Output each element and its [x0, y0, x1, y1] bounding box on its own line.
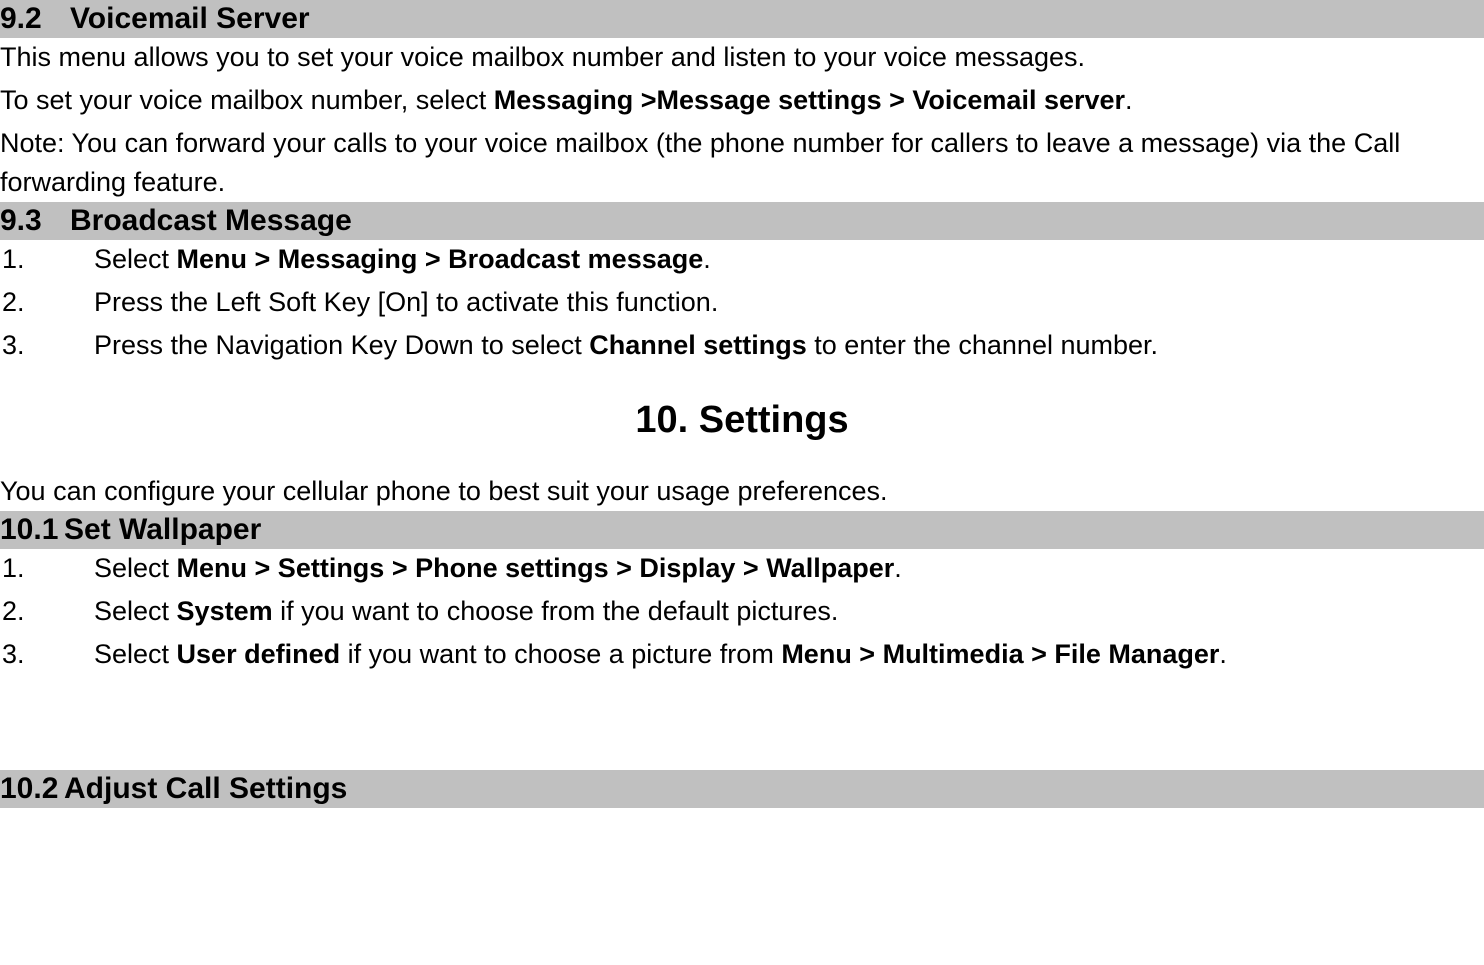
paragraph: Note: You can forward your calls to your… [0, 124, 1484, 202]
list-marker: 1. [0, 549, 94, 588]
list-item: 3. Press the Navigation Key Down to sele… [0, 326, 1484, 365]
list-marker: 1. [0, 240, 94, 279]
list-content: Press the Navigation Key Down to select … [94, 326, 1484, 365]
heading-9-2: 9.2Voicemail Server [0, 0, 1484, 38]
text: Select [94, 244, 177, 274]
text: Select [94, 596, 177, 626]
bold-text: System [177, 596, 273, 626]
heading-10-1: 10.1Set Wallpaper [0, 511, 1484, 549]
text: to enter the channel number. [807, 330, 1158, 360]
list-content: Select Menu > Settings > Phone settings … [94, 549, 1484, 588]
text: . [1219, 639, 1227, 669]
heading-title: Voicemail Server [70, 2, 310, 35]
list-item: 2. Press the Left Soft Key [On] to activ… [0, 283, 1484, 322]
list-marker: 3. [0, 635, 94, 674]
list-marker: 3. [0, 326, 94, 365]
heading-10: 10. Settings [0, 399, 1484, 442]
paragraph: To set your voice mailbox number, select… [0, 81, 1484, 120]
heading-title: Adjust Call Settings [64, 772, 347, 805]
bold-text: Menu > Messaging > Broadcast message [177, 244, 704, 274]
list-content: Select Menu > Messaging > Broadcast mess… [94, 240, 1484, 279]
text: Select [94, 639, 177, 669]
text: Press the Left Soft Key [On] to activate… [94, 287, 718, 317]
heading-number: 10.1 [0, 511, 64, 549]
heading-number: 9.2 [0, 0, 70, 38]
bold-text: Channel settings [589, 330, 807, 360]
list-item: 1. Select Menu > Settings > Phone settin… [0, 549, 1484, 588]
text: if you want to choose from the default p… [273, 596, 839, 626]
text: . [703, 244, 711, 274]
heading-title: Set Wallpaper [64, 513, 261, 546]
ordered-list: 1. Select Menu > Settings > Phone settin… [0, 549, 1484, 674]
heading-number: 10.2 [0, 770, 64, 808]
list-marker: 2. [0, 283, 94, 322]
text: if you want to choose a picture from [340, 639, 781, 669]
list-item: 1. Select Menu > Messaging > Broadcast m… [0, 240, 1484, 279]
bold-text: User defined [177, 639, 341, 669]
list-content: Press the Left Soft Key [On] to activate… [94, 283, 1484, 322]
bold-text: Menu > Multimedia > File Manager [781, 639, 1219, 669]
text: To set your voice mailbox number, select [0, 85, 494, 115]
ordered-list: 1. Select Menu > Messaging > Broadcast m… [0, 240, 1484, 365]
list-item: 3. Select User defined if you want to ch… [0, 635, 1484, 674]
text: . [894, 553, 902, 583]
paragraph: This menu allows you to set your voice m… [0, 38, 1484, 77]
text: Press the Navigation Key Down to select [94, 330, 589, 360]
paragraph: You can configure your cellular phone to… [0, 472, 1484, 511]
list-item: 2. Select System if you want to choose f… [0, 592, 1484, 631]
bold-text: Menu > Settings > Phone settings > Displ… [177, 553, 895, 583]
text: Select [94, 553, 177, 583]
heading-title: Broadcast Message [70, 204, 352, 237]
text: . [1125, 85, 1133, 115]
list-content: Select System if you want to choose from… [94, 592, 1484, 631]
bold-text: Messaging >Message settings > Voicemail … [494, 85, 1125, 115]
list-content: Select User defined if you want to choos… [94, 635, 1484, 674]
heading-number: 9.3 [0, 202, 70, 240]
list-marker: 2. [0, 592, 94, 631]
heading-9-3: 9.3Broadcast Message [0, 202, 1484, 240]
heading-10-2: 10.2Adjust Call Settings [0, 770, 1484, 808]
